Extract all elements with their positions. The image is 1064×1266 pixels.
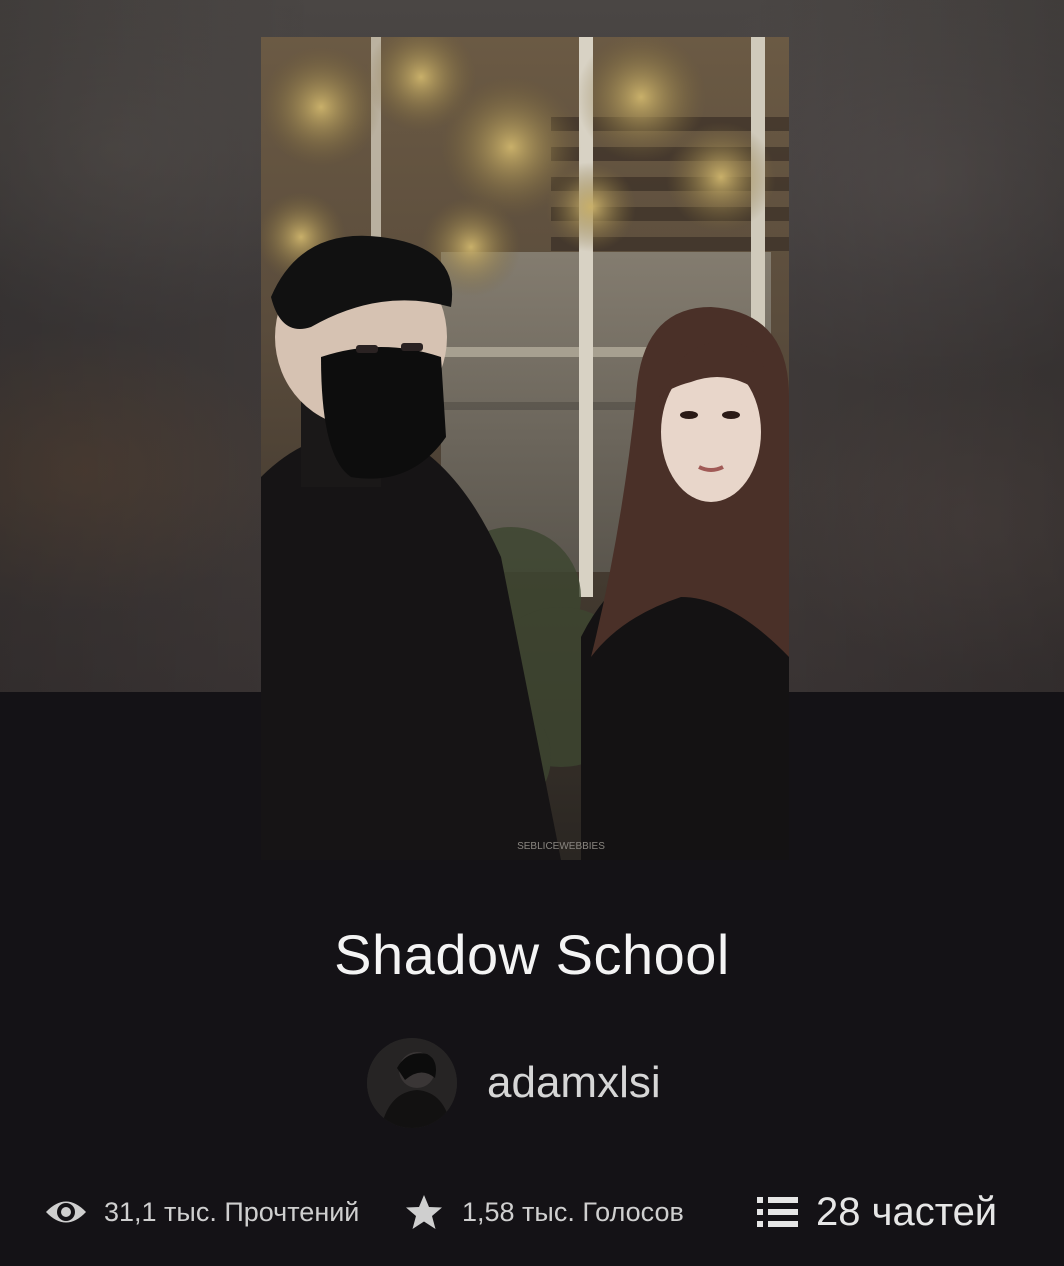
story-details-screen: SEBLICEWEBBIES Shadow School adamxlsi 31… [0, 0, 1064, 1266]
author-link[interactable]: adamxlsi [367, 1038, 661, 1128]
cover-image: SEBLICEWEBBIES [261, 37, 789, 860]
story-cover[interactable]: SEBLICEWEBBIES [261, 37, 789, 860]
parts-count[interactable]: 28 частей [816, 1190, 997, 1235]
list-icon [756, 1190, 800, 1234]
cover-watermark: SEBLICEWEBBIES [517, 841, 605, 852]
parts-button[interactable]: 28 частей [756, 1190, 997, 1235]
author-avatar[interactable] [367, 1038, 457, 1128]
votes-count: 1,58 тыс. Голосов [462, 1196, 684, 1227]
story-title: Shadow School [334, 923, 730, 986]
star-icon [404, 1192, 444, 1232]
story-stats: 31,1 тыс. Прочтений 1,58 тыс. Голосов 28… [44, 1184, 1024, 1240]
reads-stat: 31,1 тыс. Прочтений [44, 1190, 359, 1234]
author-username[interactable]: adamxlsi [487, 1058, 661, 1108]
votes-stat: 1,58 тыс. Голосов [404, 1192, 684, 1232]
eye-icon [44, 1190, 88, 1234]
reads-count: 31,1 тыс. Прочтений [104, 1196, 360, 1227]
